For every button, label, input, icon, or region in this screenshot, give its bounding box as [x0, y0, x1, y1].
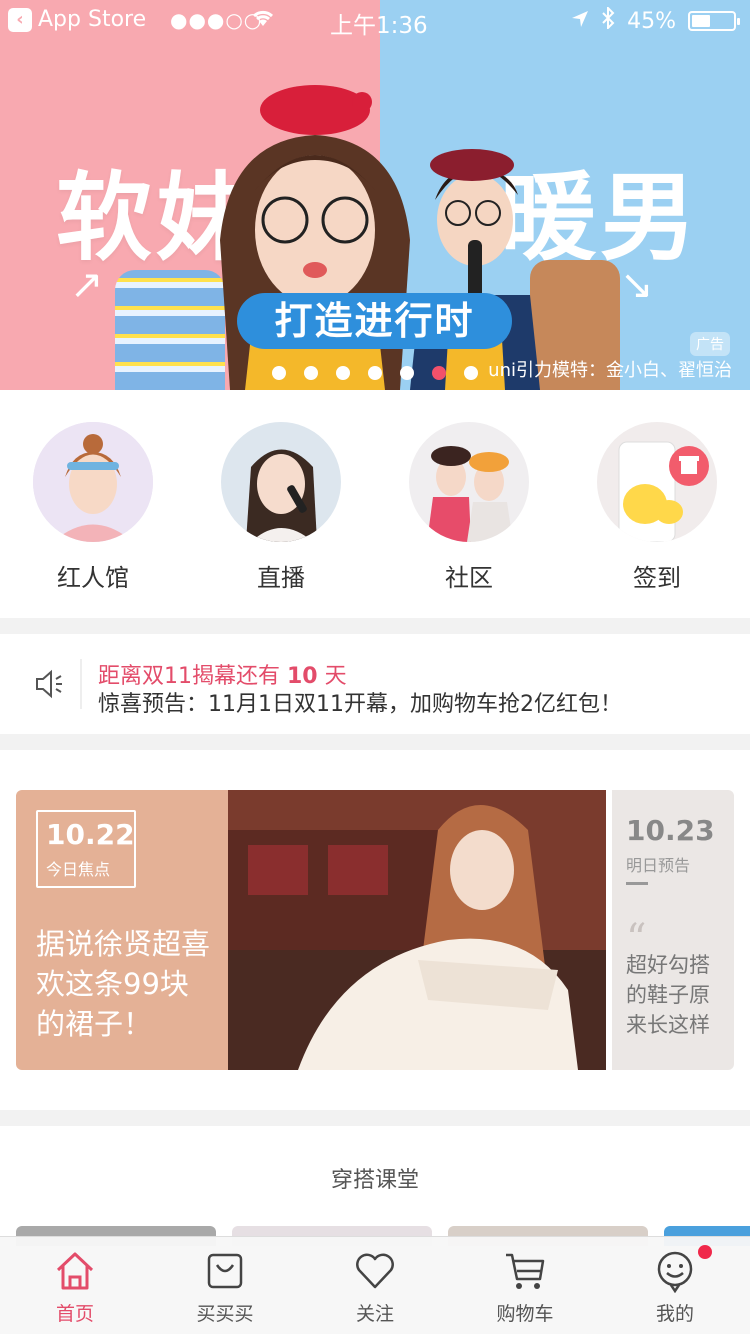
today-date-box: 10.22 今日焦点: [36, 810, 136, 888]
tomorrow-preview-card[interactable]: 10.23 明日预告 “ 超好勾搭的鞋子原来长这样: [612, 790, 734, 1070]
tomorrow-headline: 超好勾搭的鞋子原来长这样: [626, 953, 710, 1037]
ad-tag: 广告: [690, 332, 730, 356]
speaker-icon: [36, 669, 62, 699]
quick-nav: 红人馆 直播 社区 签到: [0, 390, 750, 618]
carousel-dots[interactable]: [272, 366, 478, 380]
app-screen: ‹ App Store ●●●○○ 上午1:36 45% 软妹 暖男 ↗ ↘ 打…: [0, 0, 750, 1334]
carousel-dot[interactable]: [400, 366, 414, 380]
carousel-dot[interactable]: [304, 366, 318, 380]
bottom-tab-bar: 首页 买买买 关注 购物车 我的: [0, 1236, 750, 1334]
carousel-dot[interactable]: [368, 366, 382, 380]
model-credit: uni引力模特：金小白、翟恒治: [488, 360, 732, 381]
notice-bar[interactable]: 距离双11揭幕还有 10 天 惊喜预告：11月1日双11开幕，加购物车抢2亿红包…: [0, 634, 750, 734]
location-arrow-icon: [571, 9, 589, 34]
tab-label: 首页: [55, 1303, 94, 1325]
today-headline: 据说徐贤超喜欢这条99块的裙子！: [36, 927, 211, 1041]
quick-nav-checkin[interactable]: 签到: [582, 422, 732, 593]
tomorrow-label: 明日预告: [626, 856, 691, 875]
decorative-arrow-icon: ↗: [70, 262, 104, 308]
quick-nav-label: 签到: [633, 564, 681, 592]
tab-shopping[interactable]: 买买买: [150, 1237, 300, 1334]
tab-label: 购物车: [496, 1303, 554, 1325]
quick-nav-label: 直播: [257, 564, 305, 592]
section-title: 穿搭课堂: [330, 1168, 419, 1193]
bluetooth-icon: [601, 5, 615, 35]
carousel-dot[interactable]: [272, 366, 286, 380]
model-boy-image: [410, 149, 540, 390]
heart-icon: [356, 1253, 394, 1289]
outfit-class-section: 穿搭课堂: [0, 1126, 750, 1246]
cart-icon: [506, 1253, 545, 1289]
divider: [626, 882, 648, 885]
tab-cart[interactable]: 购物车: [450, 1237, 600, 1334]
clock: 上午1:36: [330, 13, 428, 39]
back-app-label: App Store: [38, 7, 147, 32]
carousel-dot[interactable]: [336, 366, 350, 380]
promo-banner[interactable]: ‹ App Store ●●●○○ 上午1:36 45% 软妹 暖男 ↗ ↘ 打…: [0, 0, 750, 390]
checkin-avatar: [597, 422, 717, 542]
tab-label: 关注: [355, 1303, 394, 1325]
home-icon: [56, 1252, 94, 1290]
battery-icon: [688, 11, 740, 31]
today-label: 今日焦点: [46, 860, 111, 879]
quick-nav-live[interactable]: 直播: [206, 422, 356, 593]
carousel-dot-active[interactable]: [432, 366, 446, 380]
signal-strength-icon: ●●●○○: [170, 8, 263, 32]
today-date: 10.22: [46, 818, 135, 851]
today-focus-card[interactable]: 10.22 今日焦点 据说徐贤超喜欢这条99块的裙子！: [16, 790, 228, 1070]
tab-follow[interactable]: 关注: [300, 1237, 450, 1334]
status-bar: ‹ App Store ●●●○○ 上午1:36 45%: [0, 0, 750, 40]
live-avatar: [221, 422, 341, 542]
battery-percent: 45%: [627, 8, 676, 34]
wifi-icon: [250, 8, 276, 33]
face-icon: [657, 1251, 693, 1294]
notification-badge: [698, 1245, 712, 1259]
tab-label: 买买买: [196, 1303, 254, 1325]
community-avatar: [409, 422, 529, 542]
quick-nav-label: 红人馆: [57, 564, 129, 592]
divider: [80, 659, 82, 709]
tomorrow-date: 10.23: [626, 814, 715, 847]
quick-nav-community[interactable]: 社区: [394, 422, 544, 593]
banner-pill: 打造进行时: [237, 293, 512, 349]
influencer-avatar: [33, 422, 153, 542]
decorative-arrow-icon: ↘: [620, 262, 654, 308]
back-chevron-icon: ‹: [8, 7, 32, 32]
carousel-dot[interactable]: [464, 366, 478, 380]
tab-home[interactable]: 首页: [0, 1237, 150, 1334]
tab-me[interactable]: 我的: [600, 1237, 750, 1334]
bag-icon: [207, 1253, 243, 1289]
daily-focus-section: 10.22 今日焦点 据说徐贤超喜欢这条99块的裙子！ 10.23 明日预告 “…: [0, 750, 750, 1110]
quick-nav-influencer[interactable]: 红人馆: [18, 422, 168, 593]
today-focus-photo[interactable]: [228, 790, 606, 1070]
notice-message: 惊喜预告：11月1日双11开幕，加购物车抢2亿红包！: [98, 692, 622, 717]
back-to-app-link[interactable]: ‹ App Store: [8, 7, 146, 32]
tab-label: 我的: [655, 1303, 694, 1325]
quick-nav-label: 社区: [445, 564, 493, 592]
